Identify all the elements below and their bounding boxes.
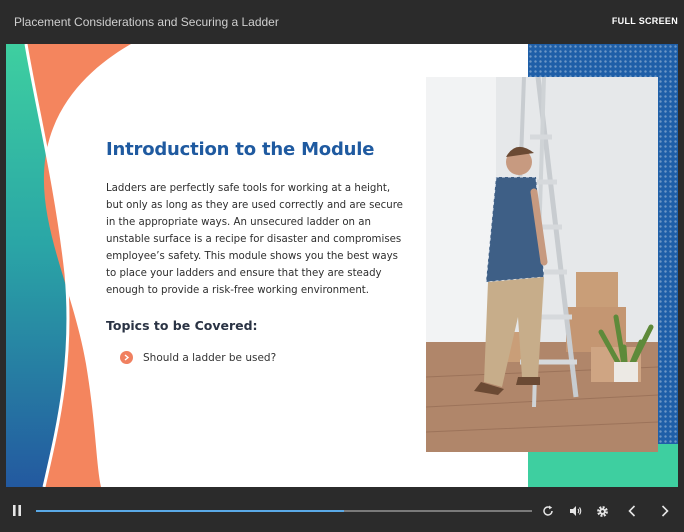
previous-icon[interactable] xyxy=(625,504,639,518)
course-title: Placement Considerations and Securing a … xyxy=(14,15,279,29)
pause-icon[interactable] xyxy=(11,504,23,516)
title-bar: Placement Considerations and Securing a … xyxy=(0,0,684,44)
progress-fill xyxy=(36,510,344,512)
settings-icon[interactable] xyxy=(595,504,609,518)
replay-icon[interactable] xyxy=(541,504,555,518)
player-controls xyxy=(0,487,684,532)
man-climbing-stepladder-photo xyxy=(426,77,658,452)
fullscreen-button[interactable]: FULL SCREEN xyxy=(612,16,678,26)
volume-icon[interactable] xyxy=(568,504,582,518)
page-title: Introduction to the Module xyxy=(106,139,375,160)
progress-bar[interactable] xyxy=(36,510,532,512)
next-icon[interactable] xyxy=(658,504,672,518)
photo-illustration xyxy=(426,77,658,452)
intro-paragraph: Ladders are perfectly safe tools for wor… xyxy=(106,183,403,296)
slide-canvas: Introduction to the Module Ladders are p… xyxy=(6,44,678,487)
topics-heading: Topics to be Covered: xyxy=(106,318,258,333)
topic-label: Should a ladder be used? xyxy=(143,351,277,364)
topic-item-should-ladder-be-used[interactable]: Should a ladder be used? xyxy=(120,351,276,364)
chevron-right-icon xyxy=(120,351,133,364)
